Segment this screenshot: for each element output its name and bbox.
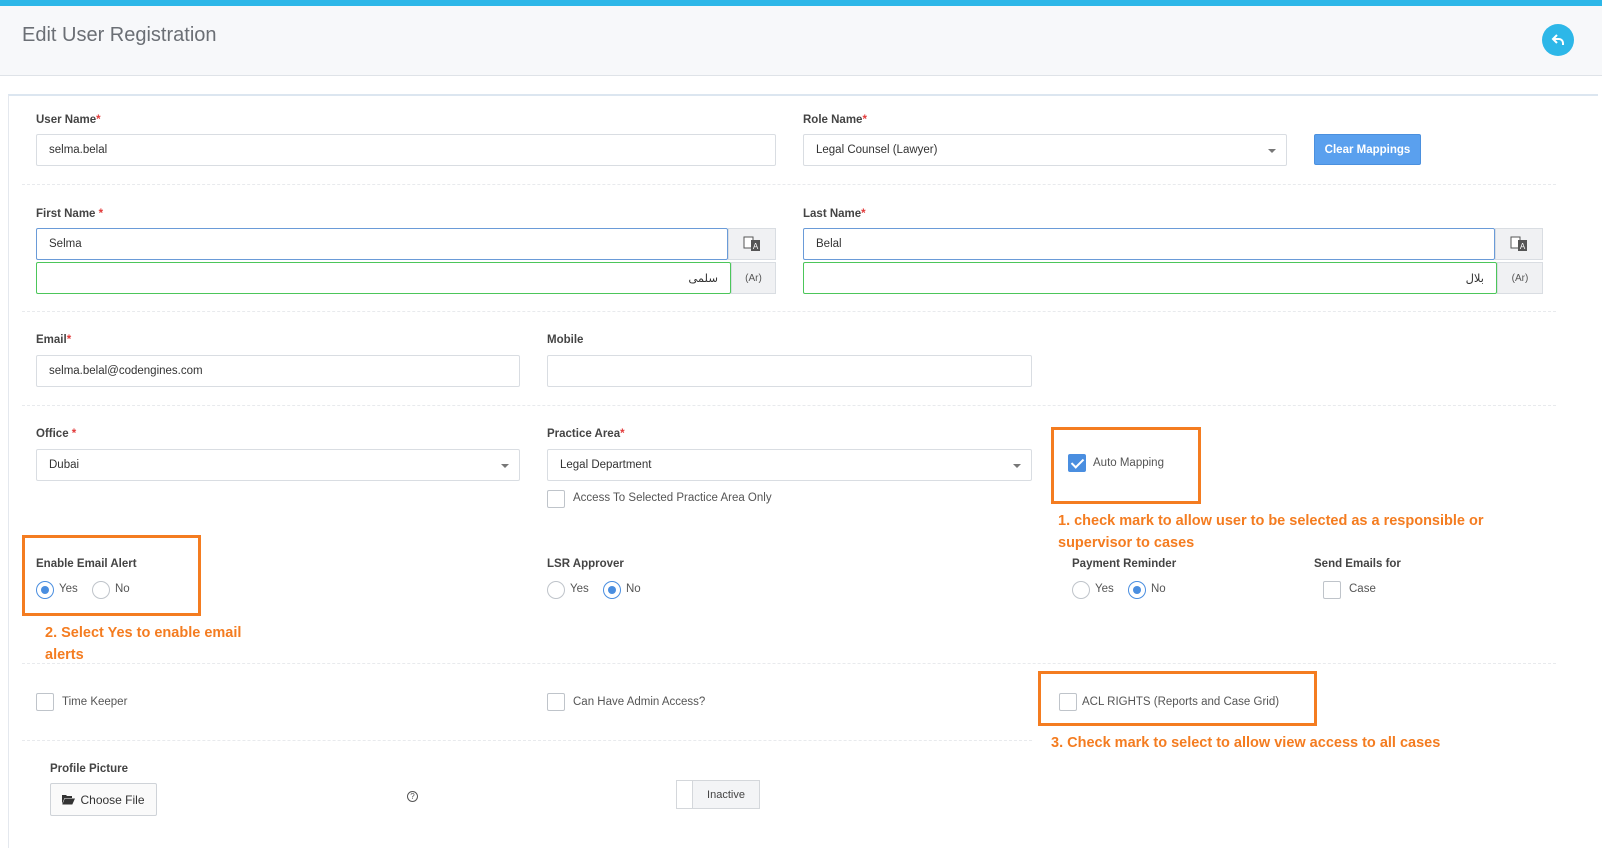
annotation-note-2: 2. Select Yes to enable email alerts [45,625,242,663]
email-alert-yes-radio[interactable] [36,581,54,599]
last-name-label: Last Name* [803,208,866,220]
divider [22,663,1556,664]
mobile-label: Mobile [547,334,584,346]
payment-reminder-no-radio[interactable] [1128,581,1146,599]
payment-reminder-no-label: No [1151,583,1166,595]
send-emails-case-label: Case [1349,583,1376,595]
folder-open-icon [62,795,76,805]
practice-area-select[interactable]: Legal Department [547,449,1032,481]
divider [22,311,1556,312]
user-name-input[interactable]: selma.belal [36,134,776,166]
acl-rights-label: ACL RIGHTS (Reports and Case Grid) [1082,696,1280,708]
divider [22,740,1032,741]
lsr-approver-label: LSR Approver [547,558,624,570]
chevron-down-icon [1013,464,1021,468]
last-name-arabic-input[interactable]: بلال [803,262,1497,294]
translate-icon: A [1510,236,1527,251]
annotation-note-3: 3. Check mark to select to allow view ac… [1051,735,1441,751]
annotation-box-email-alert [22,535,201,616]
email-label: Email* [36,334,72,346]
admin-access-checkbox[interactable] [547,693,565,711]
back-button[interactable] [1542,24,1574,56]
practice-area-label: Practice Area* [547,428,625,440]
enable-email-alert-label: Enable Email Alert [36,558,137,570]
toggle-knob [677,781,693,808]
access-selected-area-label: Access To Selected Practice Area Only [573,492,772,504]
lsr-approver-no-radio[interactable] [603,581,621,599]
access-selected-area-checkbox[interactable] [547,490,565,508]
svg-text:A: A [1520,242,1526,251]
time-keeper-checkbox[interactable] [36,693,54,711]
clear-mappings-button[interactable]: Clear Mappings [1314,134,1421,165]
page-title: Edit User Registration [22,24,217,46]
divider [22,405,1556,406]
arabic-addon: (Ar) [1497,262,1543,294]
payment-reminder-label: Payment Reminder [1072,558,1177,570]
back-arrow-icon [1551,34,1564,45]
annotation-note-1: 1. check mark to allow user to be select… [1058,513,1484,551]
lsr-approver-yes-radio[interactable] [547,581,565,599]
payment-reminder-yes-radio[interactable] [1072,581,1090,599]
svg-text:A: A [753,242,759,251]
chevron-down-icon [501,464,509,468]
profile-picture-label: Profile Picture [50,763,128,775]
email-alert-no-radio[interactable] [92,581,110,599]
last-name-input[interactable]: Belal [803,228,1495,260]
send-emails-case-checkbox[interactable] [1323,581,1341,599]
office-label: Office * [36,428,77,440]
help-icon[interactable]: ? [407,791,418,802]
role-name-select[interactable]: Legal Counsel (Lawyer) [803,134,1287,166]
email-input[interactable]: selma.belal@codengines.com [36,355,520,387]
choose-file-label: Choose File [80,792,145,807]
acl-rights-checkbox[interactable] [1059,693,1077,711]
admin-access-label: Can Have Admin Access? [573,696,706,708]
page-header: Edit User Registration [0,6,1602,76]
choose-file-button[interactable]: Choose File [50,783,157,816]
mobile-input[interactable] [547,355,1032,387]
first-name-input[interactable]: Selma [36,228,728,260]
lsr-approver-no-label: No [626,583,641,595]
auto-mapping-checkbox[interactable] [1068,454,1086,472]
email-alert-yes-label: Yes [59,583,78,595]
translate-last-name-button[interactable]: A [1495,228,1543,260]
office-select[interactable]: Dubai [36,449,520,481]
divider [22,184,1556,185]
auto-mapping-label: Auto Mapping [1093,457,1164,469]
status-toggle[interactable]: Inactive [676,780,760,809]
translate-first-name-button[interactable]: A [728,228,776,260]
arabic-addon: (Ar) [731,262,776,294]
translate-icon: A [743,236,760,251]
send-emails-for-label: Send Emails for [1314,558,1401,570]
payment-reminder-yes-label: Yes [1095,583,1114,595]
chevron-down-icon [1268,149,1276,153]
status-toggle-label: Inactive [707,788,745,801]
email-alert-no-label: No [115,583,130,595]
first-name-arabic-input[interactable]: سلمى [36,262,731,294]
user-name-label: User Name* [36,114,101,126]
time-keeper-label: Time Keeper [62,696,128,708]
lsr-approver-yes-label: Yes [570,583,589,595]
first-name-label: First Name * [36,208,104,220]
role-name-label: Role Name* [803,114,867,126]
